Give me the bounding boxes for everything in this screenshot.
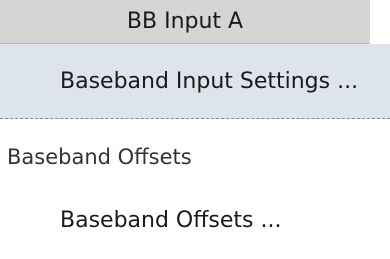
baseband-offsets-section-label: Baseband Offsets: [7, 145, 192, 169]
panel-title: BB Input A: [0, 0, 370, 44]
title-bar-edge: [370, 0, 390, 44]
baseband-offsets-button[interactable]: Baseband Offsets ...: [0, 194, 390, 246]
baseband-input-settings-label: Baseband Input Settings ...: [60, 68, 359, 94]
bb-input-panel: BB Input A Baseband Input Settings ... B…: [0, 0, 390, 259]
baseband-input-settings-button[interactable]: Baseband Input Settings ...: [0, 44, 390, 118]
settings-row: Baseband Input Settings ...: [0, 44, 390, 119]
panel-title-text: BB Input A: [126, 9, 244, 34]
baseband-offsets-label: Baseband Offsets ...: [60, 207, 282, 233]
